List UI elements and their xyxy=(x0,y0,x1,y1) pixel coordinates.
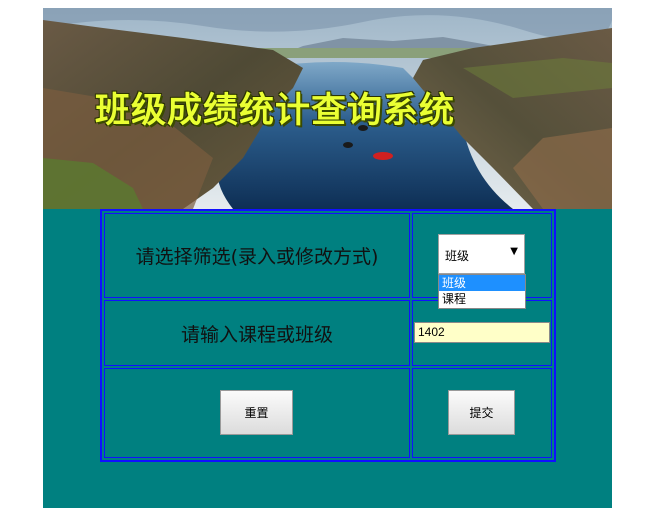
reset-button[interactable]: 重置 xyxy=(220,390,293,435)
filter-options-list: 班级 课程 xyxy=(438,274,526,309)
input-label: 请输入课程或班级 xyxy=(180,323,333,346)
filter-select[interactable]: 班级 ▼ xyxy=(438,234,525,274)
submit-button[interactable]: 提交 xyxy=(448,390,515,435)
filter-select-value: 班级 xyxy=(445,249,470,263)
input-label-cell: 请输入课程或班级 xyxy=(104,300,410,366)
header-banner: 班级成绩统计查询系统 xyxy=(43,8,612,209)
option-class[interactable]: 班级 xyxy=(439,275,525,291)
filter-label: 请选择筛选(录入或修改方式) xyxy=(135,246,379,268)
filter-label-cell: 请选择筛选(录入或修改方式) xyxy=(104,213,410,298)
system-title: 班级成绩统计查询系统 xyxy=(95,90,456,131)
option-course[interactable]: 课程 xyxy=(439,291,525,307)
course-or-class-input[interactable]: 1402 xyxy=(414,322,550,343)
dropdown-arrow-icon: ▼ xyxy=(510,246,518,257)
